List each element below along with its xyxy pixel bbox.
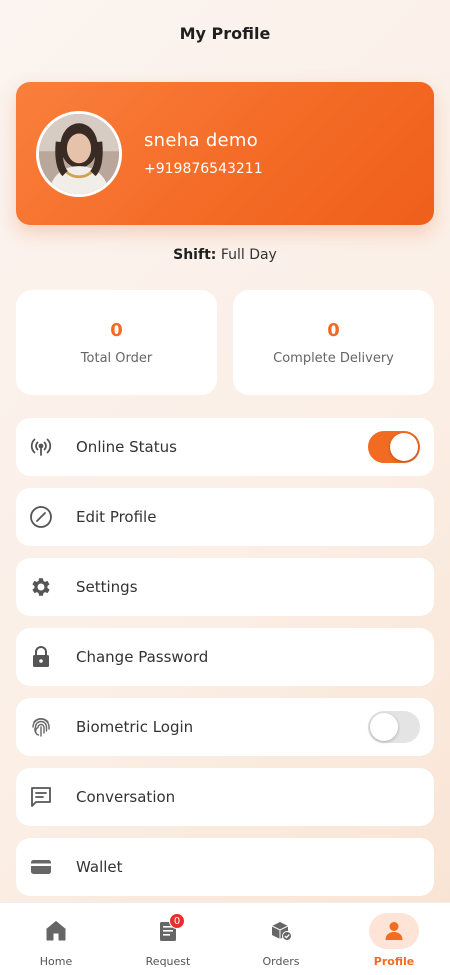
stat-total-order: 0 Total Order [16,290,217,395]
broadcast-icon [28,434,54,460]
shift-label: Shift: [173,247,217,263]
toggle-knob [370,713,398,741]
avatar[interactable] [36,110,122,197]
chat-icon [28,784,54,810]
toggle-knob [390,433,418,461]
request-badge: 0 [169,913,185,929]
nav-label: Home [39,955,73,968]
wallet-icon [28,854,54,880]
menu-item-edit-profile[interactable]: Edit Profile [16,488,434,546]
home-icon [31,913,81,949]
avatar-image [39,113,119,194]
profile-name: sneha demo [144,130,259,151]
edit-icon [28,504,54,530]
stat-value: 0 [110,319,123,341]
profile-phone: +919876543211 [144,161,263,177]
nav-orders[interactable]: Orders [241,903,321,975]
nav-label: Orders [262,955,300,968]
gear-icon [28,574,54,600]
shift-info: Shift: Full Day [0,247,450,263]
menu-item-wallet[interactable]: Wallet [16,838,434,896]
profile-card[interactable]: sneha demo +919876543211 [16,82,434,225]
menu-item-settings[interactable]: Settings [16,558,434,616]
nav-home[interactable]: Home [16,903,96,975]
biometric-login-toggle[interactable] [368,711,420,743]
bottom-nav: Home 0 Request Orders Profile [0,902,450,975]
orders-icon [256,913,306,949]
nav-request[interactable]: 0 Request [128,903,208,975]
online-status-toggle[interactable] [368,431,420,463]
nav-profile[interactable]: Profile [354,903,434,975]
nav-label: Request [145,955,191,968]
profile-icon [369,913,419,949]
menu-item-change-password[interactable]: Change Password [16,628,434,686]
menu-item-online-status[interactable]: Online Status [16,418,434,476]
stat-label: Total Order [80,350,153,366]
menu-item-conversation[interactable]: Conversation [16,768,434,826]
request-icon: 0 [143,913,193,949]
lock-icon [28,644,54,670]
menu-item-label: Online Status [76,438,177,456]
stat-value: 0 [327,319,340,341]
shift-value: Full Day [220,247,277,263]
nav-label: Profile [373,955,415,968]
stat-label: Complete Delivery [273,350,394,366]
fingerprint-icon [28,714,54,740]
menu-item-label: Settings [76,578,138,596]
page-title: My Profile [179,23,271,43]
menu-item-label: Conversation [76,788,176,806]
menu-item-label: Edit Profile [76,508,157,526]
top-bar: My Profile [0,0,450,66]
menu-item-biometric-login[interactable]: Biometric Login [16,698,434,756]
menu-item-label: Change Password [76,648,209,666]
menu-item-label: Wallet [76,858,123,876]
menu-item-label: Biometric Login [76,718,194,736]
stat-complete-delivery: 0 Complete Delivery [233,290,434,395]
